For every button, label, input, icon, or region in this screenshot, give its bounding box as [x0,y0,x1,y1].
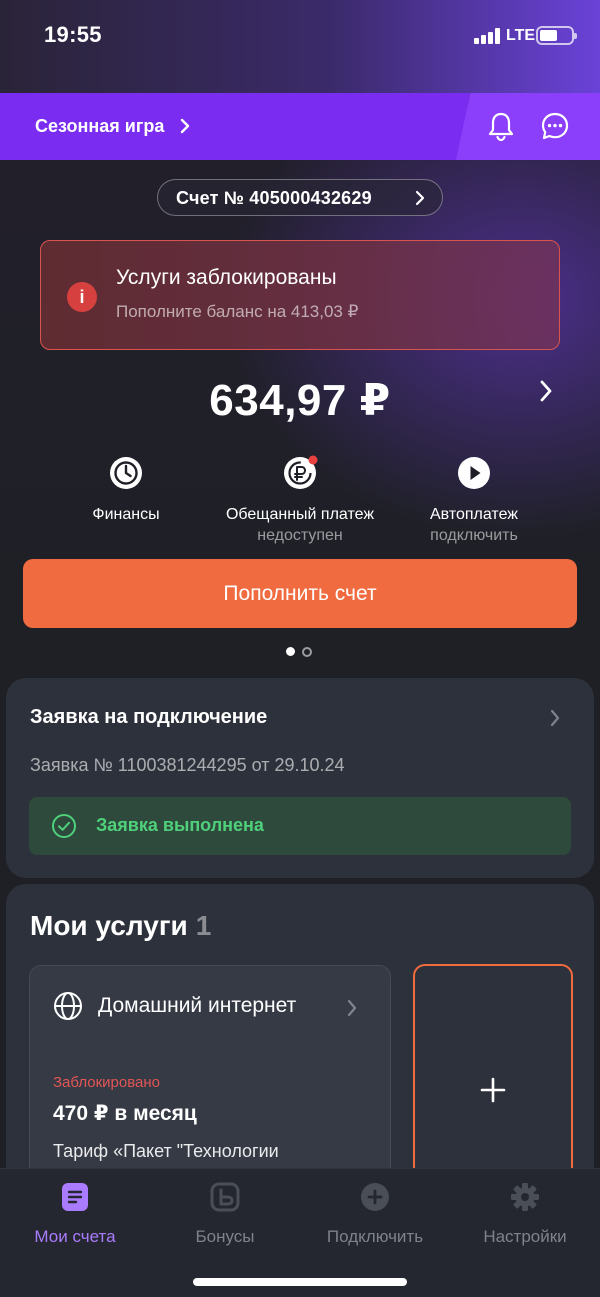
plus-circle-icon [361,1183,389,1211]
balance-amount[interactable]: 634,97 ₽ [0,375,600,426]
promo-icons-area [456,93,600,160]
chevron-right-icon [550,709,560,727]
service-status: Заблокировано [53,1074,160,1091]
services-title-text: Мои услуги [30,910,188,941]
bell-icon[interactable] [487,110,515,142]
pager-dot[interactable] [302,647,312,657]
request-status-text: Заявка выполнена [96,815,264,835]
battery-icon [536,26,577,45]
chevron-right-icon [415,190,425,206]
pager-dot-active[interactable] [286,647,295,656]
account-selector[interactable]: Счет № 405000432629 [157,179,443,216]
request-number: Заявка № 1100381244295 от 29.10.24 [30,755,345,775]
quick-action-finance[interactable]: Финансы [36,455,216,525]
quick-action-sublabel: недоступен [257,527,343,544]
nav-item-my-accounts[interactable]: Мои счета [0,1181,150,1247]
quick-action-sublabel: подключить [430,527,518,544]
service-tariff: Тариф «Пакет "Технологии [53,1141,279,1161]
quick-action-label: Обещанный платеж [225,506,375,523]
services-title: Мои услуги 1 [30,910,211,942]
accounts-icon [62,1183,88,1211]
promised-payment-icon [284,455,318,489]
quick-action-autopay[interactable]: Автоплатеж подключить [384,455,564,547]
gear-icon [511,1183,539,1211]
battery-level [540,30,557,41]
nav-item-bonuses[interactable]: Бонусы [150,1181,300,1247]
nav-label: Мои счета [34,1227,116,1246]
home-indicator[interactable] [193,1278,407,1286]
alert-subtitle: Пополните баланс на 413,03 ₽ [116,302,359,321]
chevron-right-icon [347,999,357,1017]
connection-request-card[interactable]: Заявка на подключение Заявка № 110038124… [6,678,594,878]
nav-item-connect[interactable]: Подключить [300,1181,450,1247]
service-name: Домашний интернет [98,994,297,1017]
plus-icon [480,1077,506,1103]
nav-label: Бонусы [195,1227,255,1246]
network-type: LTE [506,27,536,44]
nav-label: Подключить [326,1227,424,1246]
quick-action-label: Финансы [92,506,160,523]
bonus-icon [210,1182,240,1212]
chevron-right-icon[interactable] [178,116,192,136]
globe-icon [54,992,82,1020]
quick-action-label: Автоплатеж [430,506,518,523]
request-title: Заявка на подключение [30,706,268,728]
nav-item-settings[interactable]: Настройки [450,1181,600,1247]
app-screen: 19:55 LTE Сезонная игра Счет № 405000432… [0,0,600,1297]
service-price: 470 ₽ в месяц [53,1102,197,1125]
nav-label: Настройки [483,1227,567,1246]
status-time: 19:55 [44,22,102,47]
finance-icon [110,457,142,489]
quick-action-promised-payment[interactable]: Обещанный платеж недоступен [210,455,390,547]
check-circle-icon [52,814,76,838]
account-number: Счет № 405000432629 [176,188,372,208]
services-count: 1 [195,910,212,941]
seasonal-game-label[interactable]: Сезонная игра [35,116,164,137]
signal-icon [474,28,502,44]
alert-title: Услуги заблокированы [116,266,337,289]
topup-button[interactable]: Пополнить счет [23,559,577,628]
pager-dots[interactable] [286,647,316,657]
info-icon: i [67,282,97,312]
chevron-right-icon[interactable] [537,378,555,404]
request-status-badge: Заявка выполнена [29,797,571,855]
services-blocked-alert[interactable]: i Услуги заблокированы Пополните баланс … [40,240,560,350]
status-bar: 19:55 LTE [0,0,600,92]
chat-icon[interactable] [540,111,570,141]
play-icon [458,457,490,489]
